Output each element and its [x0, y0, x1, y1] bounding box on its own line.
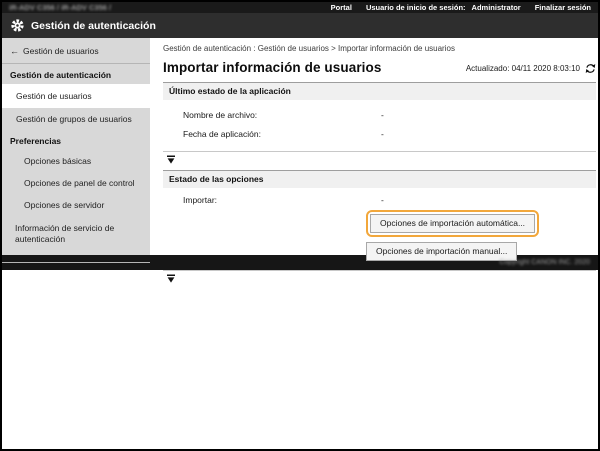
- highlight-ring: Opciones de importación automática...: [366, 210, 540, 237]
- refresh-icon[interactable]: [585, 63, 596, 74]
- section-header-last-application-status: Último estado de la aplicación: [163, 82, 596, 100]
- login-user-label: Usuario de inicio de sesión:: [365, 3, 466, 12]
- row-import: Importar: -: [163, 188, 596, 209]
- row-application-date: Fecha de aplicación: -: [163, 124, 596, 143]
- page-title: Importar información de usuarios: [163, 60, 382, 75]
- divider: [163, 151, 596, 152]
- divider: [163, 270, 596, 271]
- app-bar: Gestión de autenticación: [2, 13, 598, 38]
- row-label: Fecha de aplicación:: [183, 129, 261, 139]
- row-file-name: Nombre de archivo: -: [163, 105, 596, 124]
- breadcrumb-link-user-management[interactable]: Gestión de usuarios: [258, 44, 329, 53]
- row-label: Nombre de archivo:: [183, 110, 258, 120]
- row-value: -: [381, 195, 384, 205]
- empty-area: [2, 270, 598, 449]
- updated-timestamp: Actualizado: 04/11 2020 8:03:10: [465, 64, 580, 73]
- row-value: -: [381, 110, 384, 120]
- sidebar-header-authentication: Gestión de autenticación: [10, 70, 112, 80]
- top-bar: iR-ADV C356 / iR-ADV C356 / Portal Usuar…: [2, 2, 598, 13]
- sidebar-header-preferences: Preferencias: [10, 136, 62, 146]
- sidebar-item-user-group-management[interactable]: Gestión de grupos de usuarios: [2, 108, 150, 130]
- sidebar-item-server-settings[interactable]: Opciones de servidor: [2, 194, 150, 216]
- sidebar-item-basic-settings[interactable]: Opciones básicas: [2, 150, 150, 172]
- login-user-value: Administrator: [471, 3, 521, 12]
- back-to-top-icon[interactable]: [167, 155, 175, 164]
- back-arrow-icon: ←: [10, 45, 19, 56]
- sidebar-item-control-panel-settings[interactable]: Opciones de panel de control: [2, 172, 150, 194]
- app-title: Gestión de autenticación: [31, 19, 156, 32]
- copyright-redacted: Copyright CANON INC. 2020: [499, 259, 590, 266]
- section-header-settings-status: Estado de las opciones: [163, 170, 596, 188]
- gear-icon: [10, 18, 25, 33]
- sidebar-item-auth-service-info[interactable]: Información de servicio de autenticación: [2, 216, 150, 252]
- sidebar-item-user-management[interactable]: Gestión de usuarios: [2, 84, 150, 108]
- logout-link[interactable]: Finalizar sesión: [535, 3, 591, 12]
- screen: iR-ADV C356 / iR-ADV C356 / Portal Usuar…: [0, 0, 600, 451]
- auto-import-settings-button[interactable]: Opciones de importación automática...: [370, 214, 536, 233]
- row-label: Importar:: [183, 195, 218, 205]
- sidebar: ← Gestión de usuarios Gestión de autenti…: [2, 38, 150, 263]
- sidebar-back-user-management[interactable]: ← Gestión de usuarios: [2, 38, 150, 64]
- breadcrumb: Gestión de autenticación : Gestión de us…: [163, 44, 455, 53]
- main-content: Gestión de autenticación : Gestión de us…: [150, 38, 598, 283]
- portal-link[interactable]: Portal: [331, 3, 352, 12]
- manual-import-settings-button[interactable]: Opciones de importación manual...: [366, 242, 518, 261]
- row-value: -: [381, 129, 384, 139]
- device-name-redacted: iR-ADV C356 / iR-ADV C356 /: [9, 3, 112, 12]
- back-to-top-icon[interactable]: [167, 274, 175, 283]
- sidebar-divider: [2, 261, 150, 263]
